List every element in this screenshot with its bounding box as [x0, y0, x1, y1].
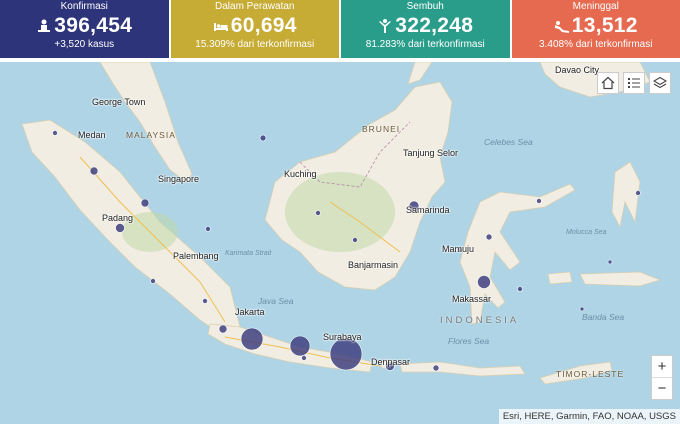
land-lesser-sunda — [399, 361, 526, 377]
stat-sub: +3,520 kasus — [54, 39, 115, 50]
case-bubble[interactable] — [536, 198, 542, 204]
city-label: Davao City — [555, 65, 600, 75]
sea-label: Flores Sea — [448, 336, 490, 346]
case-bubble[interactable] — [259, 134, 267, 142]
country-label: TIMOR-LESTE — [556, 369, 625, 379]
stat-value: 60,694 — [230, 14, 297, 37]
home-icon — [601, 76, 615, 90]
stat-value: 396,454 — [54, 14, 133, 37]
layers-button[interactable] — [649, 72, 671, 94]
case-bubble[interactable] — [579, 306, 585, 312]
legend-button[interactable] — [623, 72, 645, 94]
city-label: Denpasar — [371, 357, 411, 367]
land-seram — [579, 271, 662, 287]
list-icon — [628, 78, 640, 88]
city-label: Palembang — [173, 251, 219, 261]
land-malay-peninsula — [99, 62, 193, 183]
stat-value: 322,248 — [395, 14, 474, 37]
case-bubble[interactable] — [517, 286, 523, 292]
case-bubble[interactable] — [635, 190, 641, 196]
zoom-out-button[interactable]: − — [652, 377, 672, 399]
city-label: Tanjung Selor — [403, 148, 459, 158]
case-bubble[interactable] — [477, 275, 491, 289]
stat-sub: 81.283% dari terkonfirmasi — [365, 39, 485, 50]
stat-konfirmasi: Konfirmasi 396,454 +3,520 kasus — [0, 0, 169, 58]
stat-value: 13,512 — [571, 14, 638, 37]
stat-label: Konfirmasi — [60, 1, 108, 12]
case-bubble[interactable] — [202, 298, 208, 304]
city-label: Mamuju — [442, 244, 475, 254]
case-bubble[interactable] — [52, 130, 58, 136]
stat-sub: 15.309% dari terkonfirmasi — [195, 39, 315, 50]
case-bubble[interactable] — [329, 337, 363, 371]
case-bubble[interactable] — [607, 259, 613, 265]
stat-dalam-perawatan: Dalam Perawatan 60,694 15.309% dari terk… — [168, 0, 339, 58]
case-bubble[interactable] — [115, 223, 125, 233]
case-bubble[interactable] — [432, 364, 440, 372]
case-bubble[interactable] — [289, 335, 311, 357]
sea-label: Molucca Sea — [566, 229, 607, 236]
case-bubble[interactable] — [485, 233, 493, 241]
case-bubble[interactable] — [352, 237, 358, 243]
city-label: Singapore — [158, 174, 200, 184]
city-label: Medan — [78, 130, 106, 140]
stat-label: Dalam Perawatan — [215, 1, 295, 12]
case-bubble[interactable] — [140, 198, 150, 208]
country-label: MALAYSIA — [126, 130, 176, 140]
city-label: Samarinda — [406, 205, 450, 215]
country-label: BRUNEI — [362, 124, 401, 134]
stat-sembuh: Sembuh 322,248 81.283% dari terkonfirmas… — [339, 0, 510, 58]
zoom-control: + − — [651, 355, 673, 400]
zoom-in-button[interactable]: + — [652, 356, 672, 377]
case-bubble[interactable] — [315, 210, 321, 216]
case-bubble[interactable] — [205, 226, 211, 232]
patient-icon — [38, 19, 51, 32]
map-view[interactable]: MALAYSIA BRUNEI TIMOR-LESTE INDONESIA Da… — [0, 62, 680, 424]
stats-bar: Konfirmasi 396,454 +3,520 kasus Dalam Pe… — [0, 0, 680, 58]
map-attribution: Esri, HERE, Garmin, FAO, NOAA, USGS — [498, 409, 680, 424]
land-palawan — [407, 62, 433, 85]
sea-label: Karimata Strait — [225, 250, 272, 257]
country-label: INDONESIA — [440, 315, 520, 326]
city-label: Kuching — [284, 169, 317, 179]
sea-label: Celebes Sea — [484, 137, 533, 147]
city-label: Padang — [102, 213, 134, 223]
sea-label: Banda Sea — [582, 312, 625, 322]
case-bubble[interactable] — [89, 166, 99, 176]
city-label: Surabaya — [323, 332, 362, 342]
hospital-bed-icon — [213, 23, 228, 31]
case-bubble[interactable] — [240, 327, 264, 351]
case-bubble[interactable] — [150, 278, 156, 284]
sea-label: Java Sea — [258, 296, 294, 306]
city-label: Banjarmasin — [348, 260, 399, 270]
land-buru — [547, 271, 573, 285]
layers-icon — [653, 76, 667, 89]
stat-sub: 3.408% dari terkonfirmasi — [539, 39, 653, 50]
home-button[interactable] — [597, 72, 619, 94]
recovered-icon — [379, 19, 392, 33]
stat-label: Meninggal — [572, 1, 619, 12]
city-label: Makassar — [452, 294, 492, 304]
stat-label: Sembuh — [406, 1, 444, 12]
city-label: George Town — [92, 97, 146, 107]
case-bubble[interactable] — [218, 324, 228, 334]
case-bubble[interactable] — [301, 355, 307, 361]
city-label: Jakarta — [235, 307, 265, 317]
deceased-icon — [554, 21, 569, 33]
stat-meninggal: Meninggal 13,512 3.408% dari terkonfirma… — [509, 0, 680, 58]
